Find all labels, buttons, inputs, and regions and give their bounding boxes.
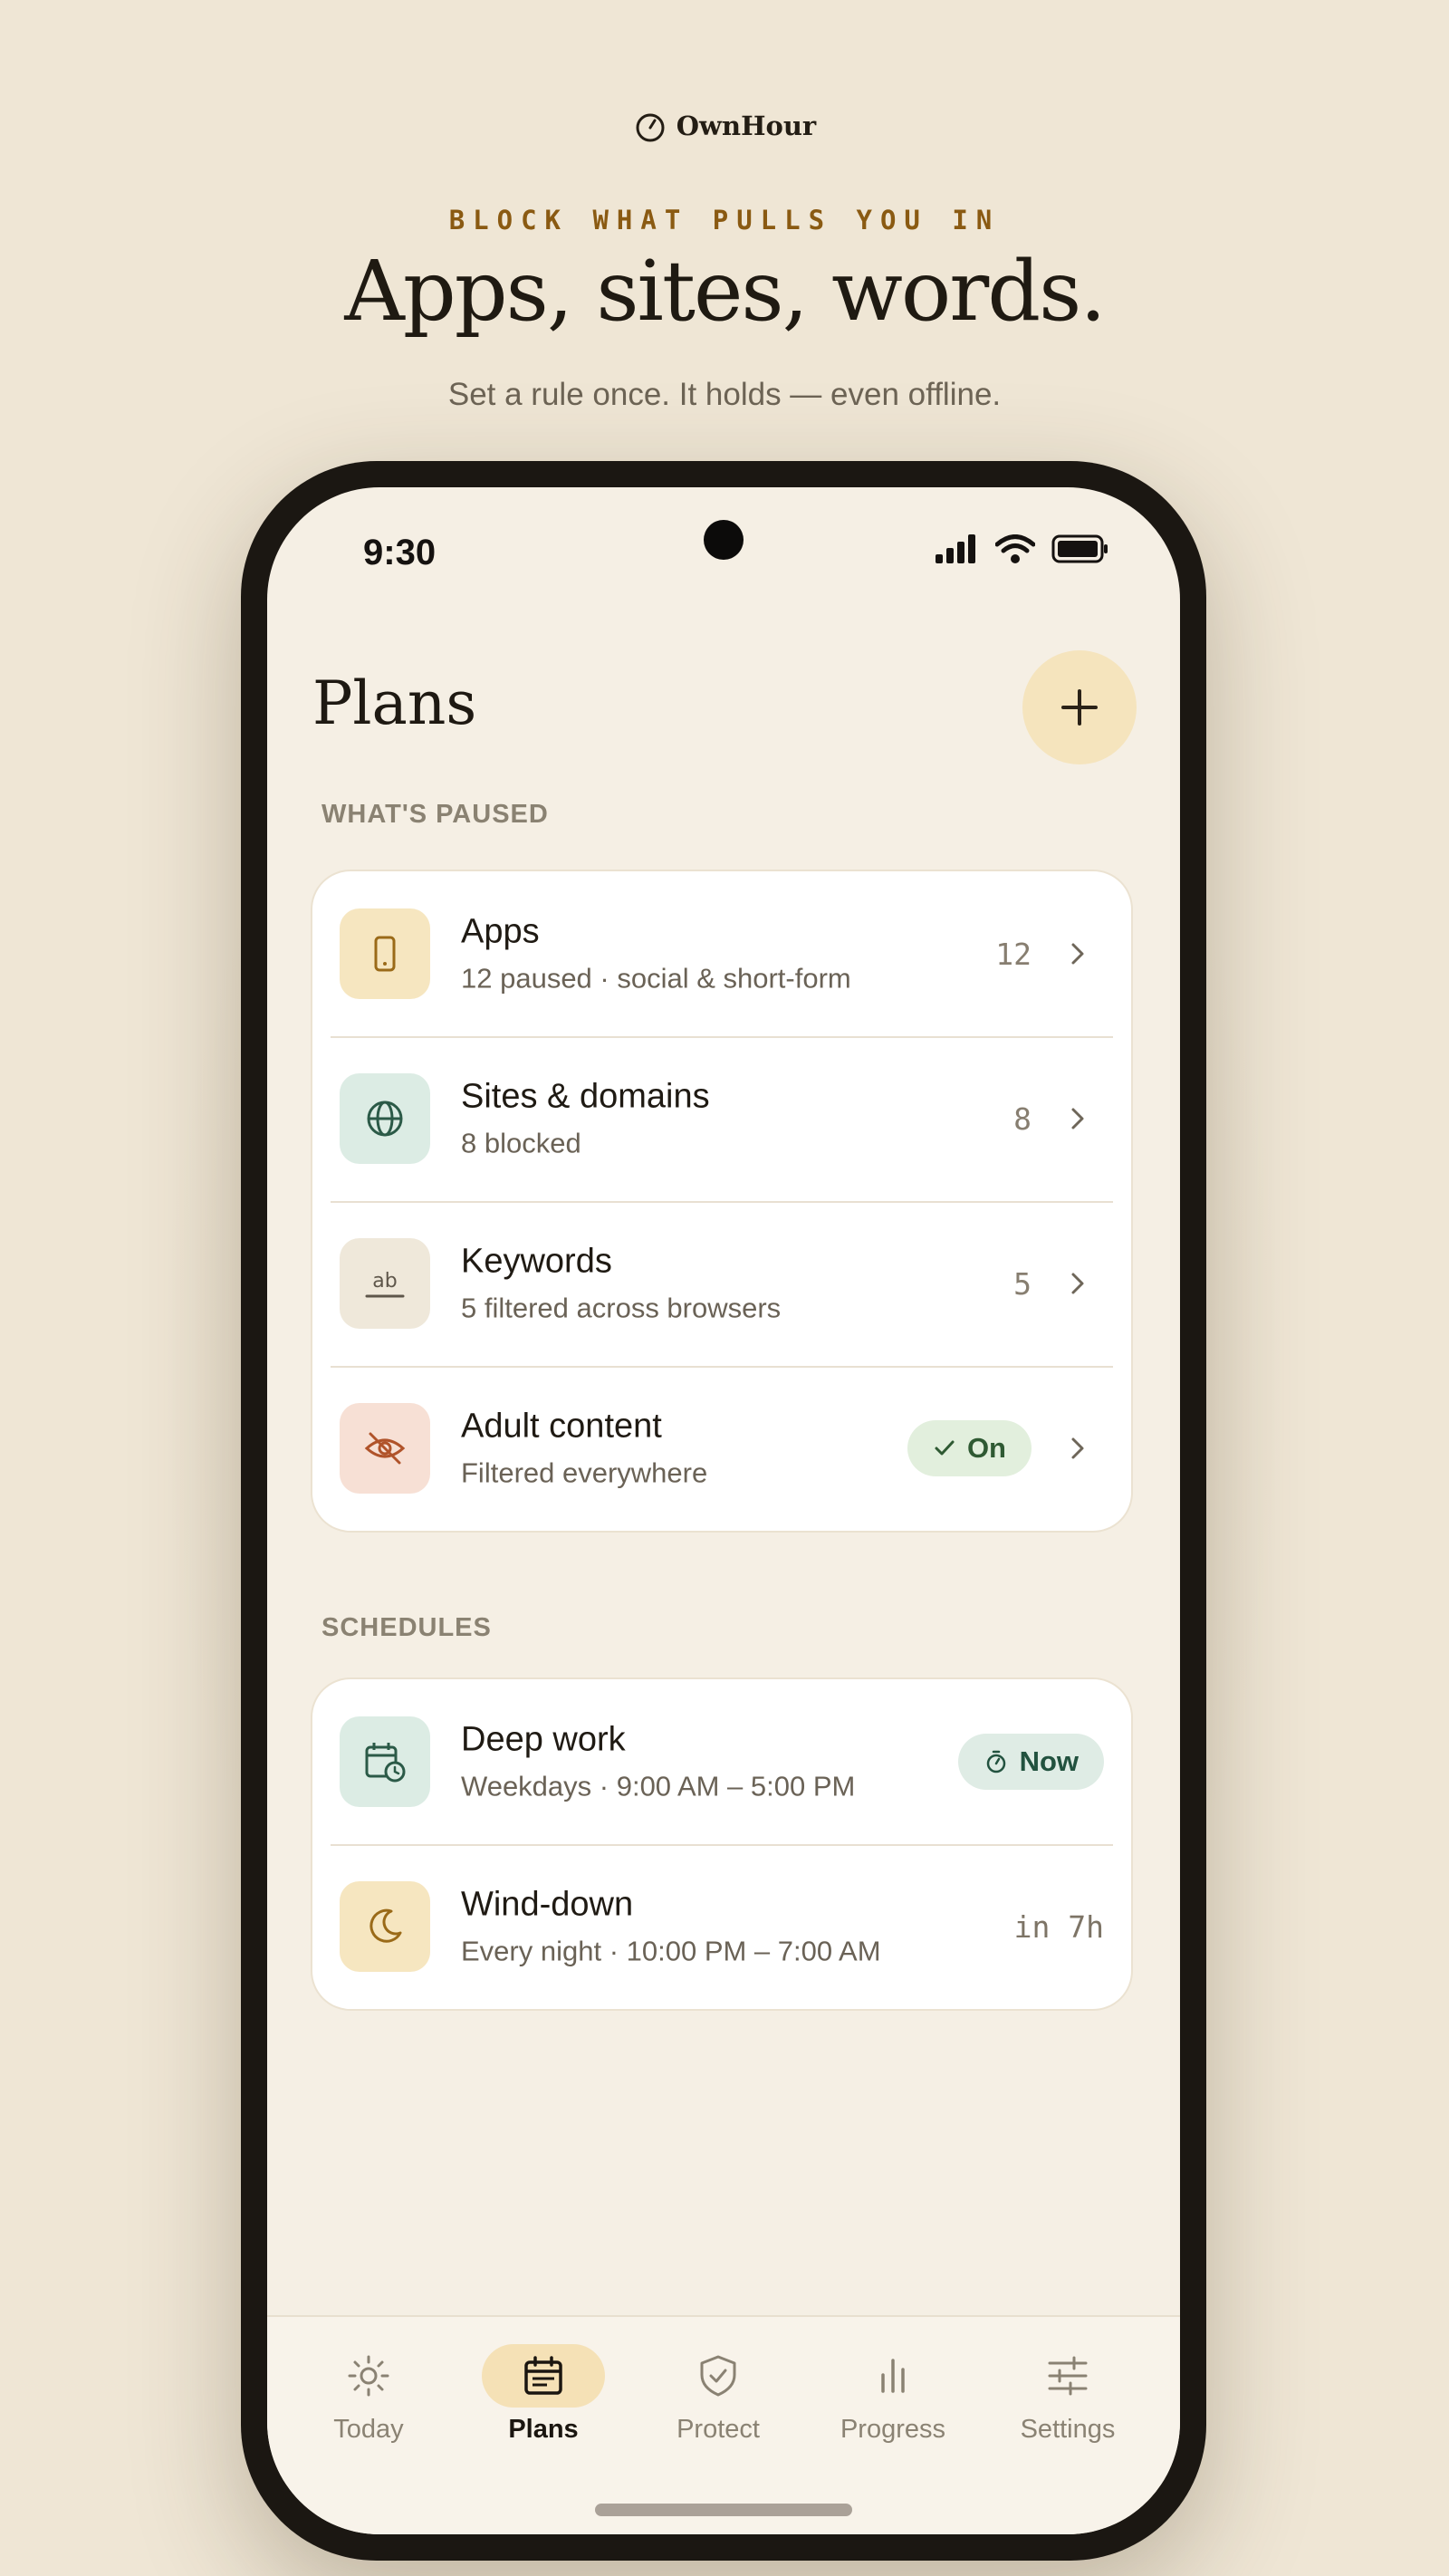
battery-icon [1051, 534, 1108, 563]
schedule-row-deep-work[interactable]: Deep work Weekdays · 9:00 AM – 5:00 PM N… [312, 1679, 1131, 1844]
row-subtitle: 5 filtered across browsers [461, 1292, 782, 1324]
keyword-ab-icon: ab [340, 1238, 430, 1329]
paused-row-keywords[interactable]: ab Keywords 5 filtered across browsers 5 [312, 1201, 1131, 1366]
check-icon [935, 1440, 955, 1456]
row-subtitle: Every night · 10:00 PM – 7:00 AM [461, 1935, 881, 1967]
eye-off-icon [340, 1403, 430, 1494]
status-time: 9:30 [363, 533, 437, 572]
row-title: Deep work [461, 1720, 626, 1759]
row-title: Sites & domains [461, 1077, 710, 1116]
status-icons [936, 534, 1109, 563]
row-title: Apps [461, 912, 540, 951]
tab-label: Protect [677, 2415, 760, 2444]
section-label-whats-paused: WHAT'S PAUSED [321, 800, 549, 829]
shield-check-icon [700, 2355, 736, 2397]
tab-bar: Today Plans Protect Progress Settings [267, 2315, 1180, 2534]
badge-label: Now [1019, 1745, 1079, 1777]
chevron-right-icon [1071, 943, 1084, 965]
plus-icon [1061, 689, 1098, 726]
phone-screen: 9:30 Plans WHAT'S PAUSED Apps 12 paused … [267, 487, 1180, 2534]
row-count: 12 [995, 936, 1032, 972]
schedules-card: Deep work Weekdays · 9:00 AM – 5:00 PM N… [311, 1677, 1133, 2011]
brand: OwnHour [0, 109, 1449, 143]
row-subtitle: 8 blocked [461, 1127, 581, 1159]
tab-today[interactable]: Today [287, 2344, 450, 2471]
add-plan-button[interactable] [1022, 650, 1137, 764]
tab-label: Plans [508, 2415, 579, 2444]
svg-text:ab: ab [372, 1270, 397, 1293]
tab-label: Settings [1020, 2415, 1116, 2444]
row-count: 8 [1013, 1101, 1032, 1137]
timer-icon [986, 1750, 1005, 1773]
sliders-icon [1048, 2356, 1088, 2396]
row-subtitle: Filtered everywhere [461, 1456, 708, 1489]
row-title: Keywords [461, 1242, 612, 1281]
status-badge-on: On [907, 1420, 1032, 1476]
paused-row-apps[interactable]: Apps 12 paused · social & short-form 12 [312, 871, 1131, 1036]
whats-paused-card: Apps 12 paused · social & short-form 12 … [311, 870, 1133, 1533]
relative-time: in 7h [1013, 1908, 1104, 1945]
tab-progress[interactable]: Progress [811, 2344, 974, 2471]
row-subtitle: 12 paused · social & short-form [461, 962, 851, 995]
eyebrow-text: BLOCK WHAT PULLS YOU IN [448, 205, 1001, 235]
tab-settings[interactable]: Settings [986, 2344, 1149, 2471]
schedule-row-wind-down[interactable]: Wind-down Every night · 10:00 PM – 7:00 … [312, 1844, 1131, 2009]
badge-label: On [966, 1432, 1006, 1464]
paused-row-adult-content[interactable]: Adult content Filtered everywhere On [312, 1366, 1131, 1531]
paused-row-sites[interactable]: Sites & domains 8 blocked 8 [312, 1036, 1131, 1201]
tab-label: Today [333, 2415, 404, 2444]
home-indicator[interactable] [595, 2504, 852, 2516]
section-label-schedules: SCHEDULES [321, 1613, 492, 1642]
wifi-icon [995, 534, 1035, 563]
chevron-right-icon [1071, 1273, 1084, 1294]
globe-icon [340, 1073, 430, 1164]
row-count: 5 [1013, 1265, 1032, 1302]
calendar-clock-icon [340, 1716, 430, 1807]
brand-name: OwnHour [676, 111, 817, 141]
chevron-right-icon [1071, 1108, 1084, 1129]
row-title: Adult content [461, 1407, 662, 1446]
phone-icon [340, 908, 430, 999]
tab-label: Progress [840, 2415, 946, 2444]
sun-icon [348, 2355, 389, 2397]
phone-frame: 9:30 Plans WHAT'S PAUSED Apps 12 paused … [241, 461, 1206, 2561]
tab-plans[interactable]: Plans [462, 2344, 625, 2471]
signal-icon [936, 534, 975, 563]
stopwatch-icon [636, 113, 665, 142]
bar-chart-icon [881, 2359, 905, 2393]
moon-icon [340, 1881, 430, 1972]
status-badge-now: Now [957, 1734, 1104, 1790]
page-title: Plans [312, 668, 477, 738]
headline: Apps, sites, words. [344, 243, 1106, 340]
tab-protect[interactable]: Protect [637, 2344, 800, 2471]
row-subtitle: Weekdays · 9:00 AM – 5:00 PM [461, 1770, 856, 1802]
chevron-right-icon [1071, 1437, 1084, 1459]
calendar-icon [524, 2356, 562, 2395]
row-title: Wind-down [461, 1885, 634, 1924]
camera-cutout [704, 520, 744, 560]
